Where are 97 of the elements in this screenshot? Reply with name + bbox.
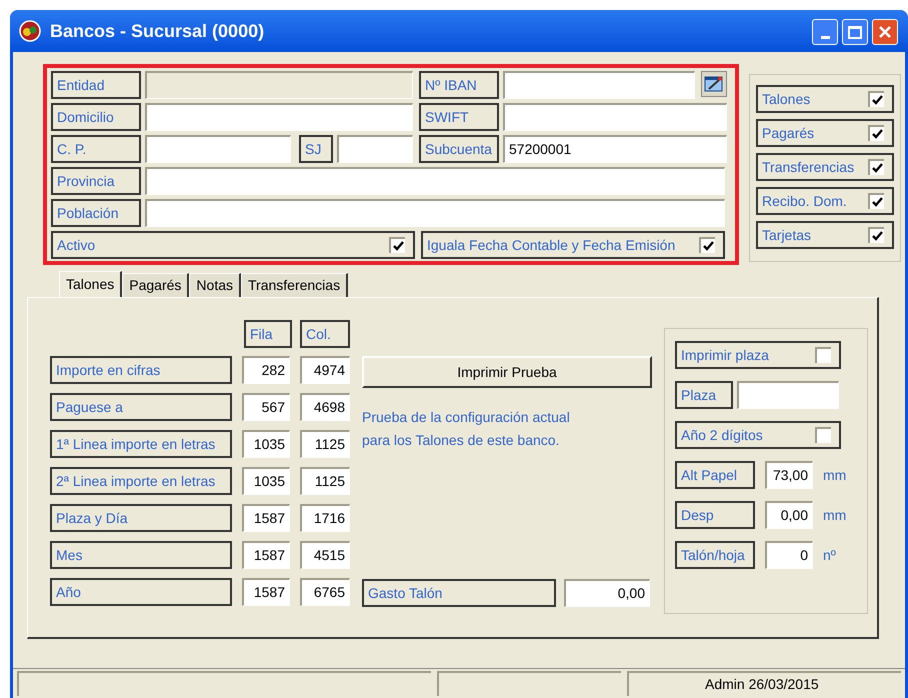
unit-label: nº <box>823 546 836 564</box>
text-field[interactable]: 1716 <box>300 504 350 532</box>
field-label: Gasto Talón <box>362 579 556 607</box>
field-label: 2ª Linea importe en letras <box>50 467 232 495</box>
app-icon <box>18 19 42 43</box>
checkbox-label: Año 2 dígitos <box>681 426 763 445</box>
checkbox[interactable] <box>868 125 884 141</box>
checkbox-row[interactable]: Talones <box>756 85 894 113</box>
text-field[interactable]: 4974 <box>300 356 350 384</box>
checkbox-row[interactable]: Pagarés <box>756 119 894 147</box>
field-label: Plaza <box>675 381 733 409</box>
text-field[interactable] <box>145 103 413 131</box>
checkbox[interactable] <box>699 237 715 253</box>
field-label: Población <box>51 199 141 227</box>
field-label: Talón/hoja <box>675 541 755 569</box>
checkbox-row[interactable]: Imprimir plaza <box>675 341 841 369</box>
text-field[interactable]: 4698 <box>300 393 350 421</box>
text-field[interactable]: 282 <box>242 356 290 384</box>
field-label: Plaza y Día <box>50 504 232 532</box>
minimize-icon <box>820 36 830 39</box>
tab[interactable]: Transferencias <box>241 273 348 297</box>
close-button[interactable] <box>872 19 898 45</box>
minimize-button[interactable] <box>812 19 838 45</box>
checkbox-label: Pagarés <box>762 124 814 143</box>
checkbox-label: Activo <box>57 236 96 254</box>
field-label: Nº IBAN <box>419 71 499 99</box>
text-field[interactable]: 1587 <box>242 578 290 606</box>
text-field[interactable]: 1035 <box>242 430 290 458</box>
field-label: Fila <box>244 320 292 348</box>
field-label: 1ª Linea importe en letras <box>50 430 232 458</box>
text-field[interactable]: 57200001 <box>503 135 727 163</box>
text-field[interactable]: 1587 <box>242 504 290 532</box>
close-icon <box>878 25 892 39</box>
field-label: Domicilio <box>51 103 141 131</box>
text-field[interactable]: 0 <box>765 541 813 569</box>
field-label: Paguese a <box>50 393 232 421</box>
checkbox-row[interactable]: Transferencias <box>756 153 894 181</box>
checkbox-row[interactable]: Iguala Fecha Contable y Fecha Emisión <box>421 231 725 259</box>
text-field[interactable] <box>503 71 695 99</box>
field-label: Provincia <box>51 167 141 195</box>
description-text: Prueba de la configuración actual para los Talones de este banco. <box>362 408 571 450</box>
checkbox[interactable] <box>815 347 831 363</box>
checkbox[interactable] <box>868 159 884 175</box>
checkbox-row[interactable]: Recibo. Dom. <box>756 187 894 215</box>
text-field[interactable] <box>145 199 725 227</box>
field-label: C. P. <box>51 135 141 163</box>
checkbox-label: Transferencias <box>762 158 854 176</box>
field-label: Col. <box>300 320 350 348</box>
text-field[interactable]: 0,00 <box>564 579 650 607</box>
text-field[interactable] <box>503 103 727 131</box>
text-field[interactable] <box>145 167 725 195</box>
text-field[interactable]: 0,00 <box>765 501 813 529</box>
checkbox[interactable] <box>389 237 405 253</box>
text-field[interactable]: 1035 <box>242 467 290 495</box>
tab[interactable]: Notas <box>189 273 241 297</box>
checkbox[interactable] <box>815 427 831 443</box>
field-label: Entidad <box>51 71 141 99</box>
checkbox-row[interactable]: Tarjetas <box>756 221 894 249</box>
checkbox-label: Talones <box>762 90 810 108</box>
checkbox-row[interactable]: Año 2 dígitos <box>675 421 841 449</box>
checkbox-label: Imprimir plaza <box>681 346 769 365</box>
unit-label: mm <box>823 506 846 524</box>
checkbox[interactable] <box>868 227 884 243</box>
text-field[interactable]: 1587 <box>242 541 290 569</box>
unit-label: mm <box>823 466 846 484</box>
text-field[interactable] <box>145 135 291 163</box>
checkbox-label: Recibo. Dom. <box>762 192 847 210</box>
edit-button[interactable] <box>701 71 727 97</box>
checkbox[interactable] <box>868 193 884 209</box>
tab[interactable]: Talones <box>59 271 122 297</box>
checkbox-row[interactable]: Activo <box>51 231 415 259</box>
checkbox-label: Tarjetas <box>762 226 812 245</box>
text-field[interactable] <box>337 135 413 163</box>
field-label: SWIFT <box>419 103 499 131</box>
print-test-button[interactable]: Imprimir Prueba <box>362 356 652 388</box>
window-title: Bancos - Sucursal (0000) <box>50 20 266 43</box>
field-label: Subcuenta <box>419 135 499 163</box>
checkbox[interactable] <box>868 91 884 107</box>
field-label: Importe en cifras <box>50 356 232 384</box>
tab[interactable]: Pagarés <box>122 273 190 297</box>
field-label: SJ <box>299 135 333 163</box>
maximize-icon <box>848 26 862 38</box>
field-label: Mes <box>50 541 232 569</box>
field-label: Desp <box>675 501 755 529</box>
field-label: Alt Papel <box>675 461 755 489</box>
text-field[interactable]: 567 <box>242 393 290 421</box>
maximize-button[interactable] <box>842 19 868 45</box>
text-field[interactable]: 6765 <box>300 578 350 606</box>
field-label: Año <box>50 578 232 606</box>
text-field[interactable]: 1125 <box>300 430 350 458</box>
text-field[interactable]: 1125 <box>300 467 350 495</box>
status-text: Admin 26/03/2015 <box>627 671 901 696</box>
text-field[interactable]: 73,00 <box>765 461 813 489</box>
text-field[interactable] <box>737 381 839 409</box>
checkbox-label: Iguala Fecha Contable y Fecha Emisión <box>427 236 676 255</box>
edit-form-icon <box>704 75 724 93</box>
text-field[interactable]: 4515 <box>300 541 350 569</box>
